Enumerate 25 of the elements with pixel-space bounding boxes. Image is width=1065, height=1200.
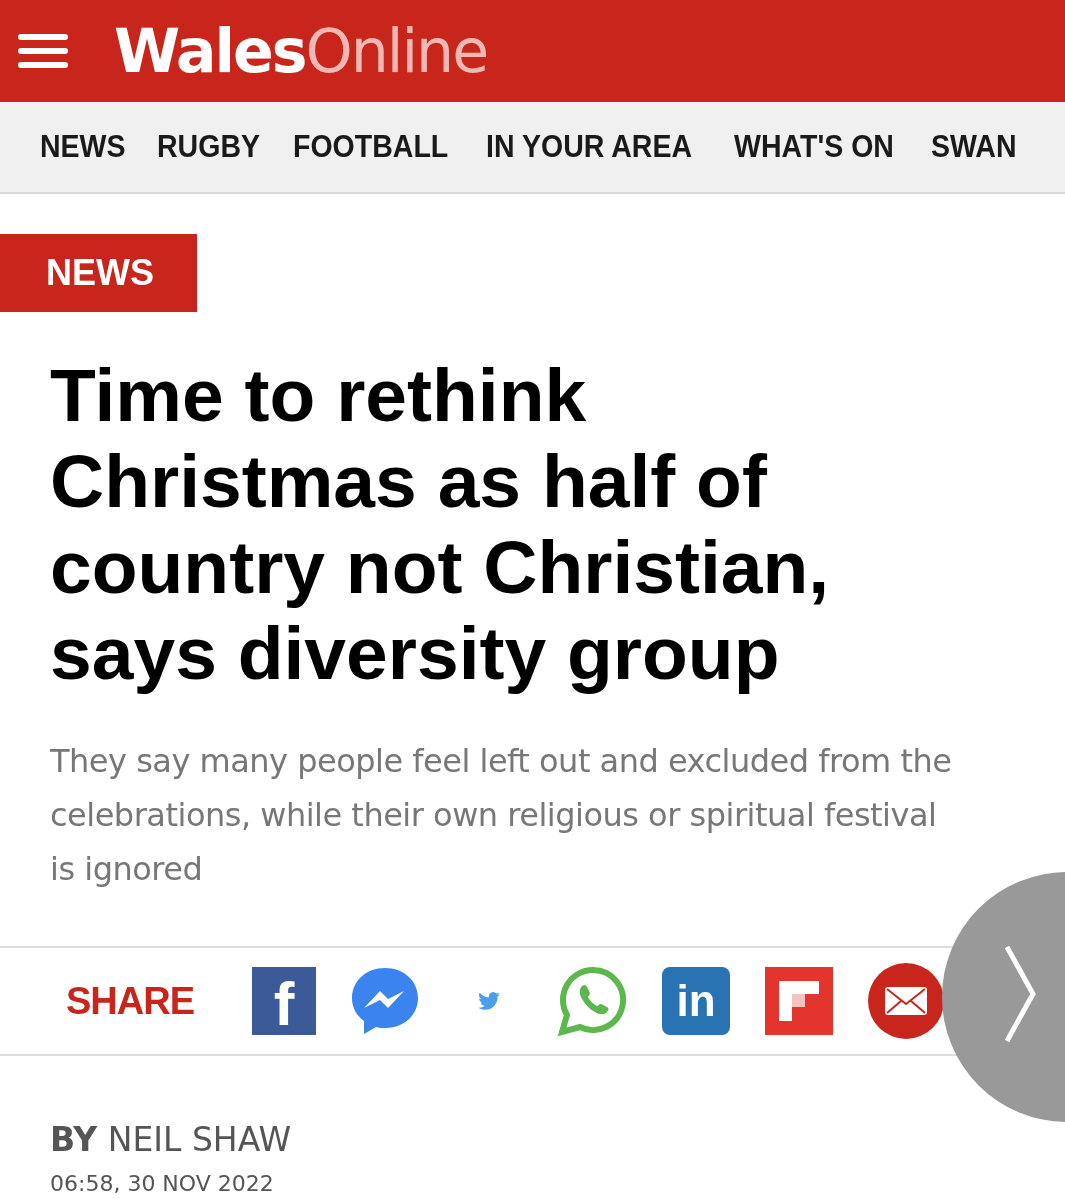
envelope-icon xyxy=(868,963,945,1039)
chevron-right-icon xyxy=(1004,944,1036,1044)
menu-icon[interactable] xyxy=(18,34,68,68)
phone-bubble-icon xyxy=(558,966,629,1036)
byline: BY NEIL SHAW xyxy=(50,1120,293,1159)
site-logo[interactable]: WalesOnline xyxy=(114,16,488,86)
flipboard-icon xyxy=(765,967,834,1035)
nav-link[interactable]: WHAT'S ON xyxy=(733,129,894,165)
section-tag[interactable]: NEWS xyxy=(0,234,197,312)
nav-link[interactable]: SWAN xyxy=(931,129,1018,165)
whatsapp-button[interactable] xyxy=(558,967,629,1035)
bird-icon xyxy=(478,992,501,1010)
linkedin-button[interactable]: in xyxy=(662,967,731,1035)
nav-link[interactable]: FOOTBALL xyxy=(292,129,449,165)
standfirst: They say many people feel left out and excluded from the celebrations, while their own religious or spiritual festival is ignored xyxy=(50,741,953,890)
headline: Time to rethink Christmas as half of country not Christian, says diversity group xyxy=(50,352,831,696)
messenger-button[interactable] xyxy=(350,967,421,1035)
facebook-button[interactable]: f xyxy=(252,967,317,1035)
share-label: SHARE xyxy=(66,979,195,1023)
flipboard-button[interactable] xyxy=(764,967,835,1035)
nav-link[interactable]: NEWS xyxy=(40,129,126,165)
nav-link[interactable]: IN YOUR AREA xyxy=(485,129,692,165)
chat-bubble-icon xyxy=(350,966,421,1036)
nav-link[interactable]: RUGBY xyxy=(157,129,260,165)
publish-date: 06:58, 30 NOV 2022 xyxy=(50,1171,275,1196)
